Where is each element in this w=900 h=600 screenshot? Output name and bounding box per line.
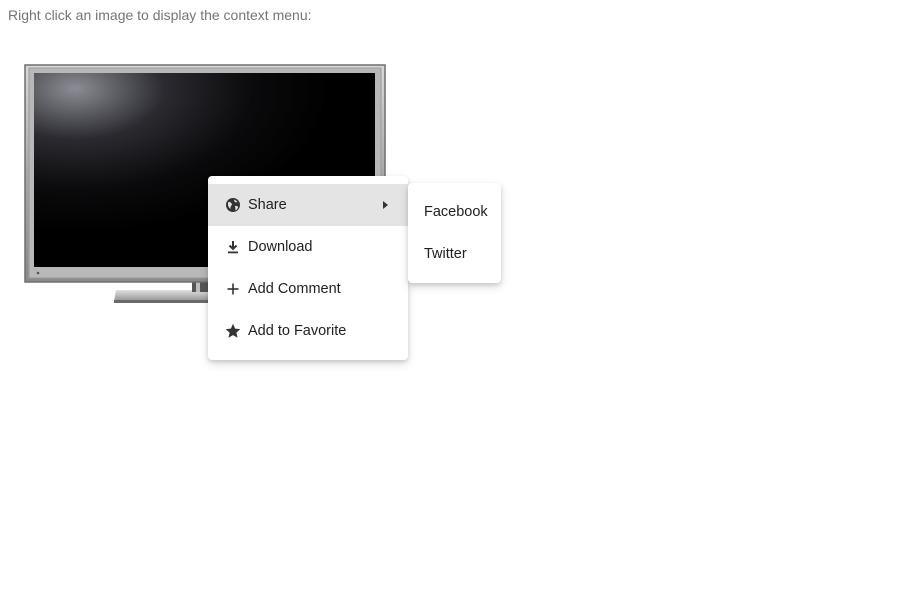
submenu-item-facebook[interactable]: Facebook: [408, 191, 501, 233]
submenu-item-twitter-label: Twitter: [424, 246, 467, 262]
star-icon: [224, 322, 242, 340]
menu-item-add-to-favorite-label: Add to Favorite: [248, 323, 347, 339]
menu-item-share-label: Share: [248, 197, 287, 213]
context-menu: Share Download Add Comment Add to Favori…: [208, 176, 408, 360]
menu-item-share[interactable]: Share: [208, 184, 408, 226]
plus-icon: [224, 280, 242, 298]
menu-item-download[interactable]: Download: [208, 226, 408, 268]
instruction-text: Right click an image to display the cont…: [8, 7, 312, 23]
download-icon: [224, 238, 242, 256]
submenu-item-twitter[interactable]: Twitter: [408, 233, 501, 275]
menu-item-add-to-favorite[interactable]: Add to Favorite: [208, 310, 408, 352]
submenu-arrow-icon: [383, 201, 388, 209]
menu-item-add-comment[interactable]: Add Comment: [208, 268, 408, 310]
share-submenu: Facebook Twitter: [408, 183, 501, 283]
menu-item-add-comment-label: Add Comment: [248, 281, 341, 297]
globe-icon: [224, 196, 242, 214]
submenu-item-facebook-label: Facebook: [424, 204, 488, 220]
menu-item-download-label: Download: [248, 239, 313, 255]
page: Right click an image to display the cont…: [0, 0, 900, 600]
